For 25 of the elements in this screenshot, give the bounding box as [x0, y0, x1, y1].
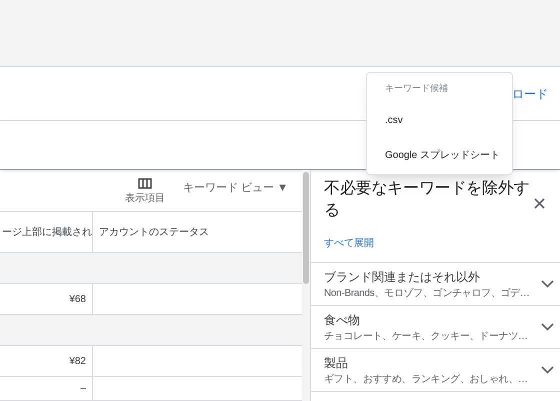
- menu-header: キーワード候補: [384, 82, 449, 95]
- column-header[interactable]: ージ上部に掲載され: [0, 212, 93, 252]
- section-summary: ギフト、おすすめ、ランキング、おしゃれ、…: [324, 372, 529, 386]
- chevron-down-icon[interactable]: [541, 280, 554, 288]
- section-title[interactable]: 食べ物: [324, 310, 541, 328]
- column-header[interactable]: アカウントのステータス: [93, 212, 302, 252]
- download-link[interactable]: ロード: [512, 84, 548, 102]
- table-cell: ¥68: [0, 284, 93, 314]
- menu-item[interactable]: Google スプレッドシート: [367, 138, 512, 173]
- table-cell: –: [0, 377, 93, 400]
- section-summary: Non-Brands、モロゾフ、ゴンチャロフ、ゴデ…: [324, 286, 531, 300]
- columns-icon: [138, 178, 152, 189]
- scrollbar-thumb[interactable]: [303, 172, 309, 284]
- section-title[interactable]: 製品: [324, 354, 541, 372]
- chevron-down-icon[interactable]: [541, 366, 554, 374]
- expand-all-link[interactable]: すべて展開: [324, 238, 374, 249]
- view-dropdown[interactable]: キーワード ビュー ▼: [183, 180, 288, 196]
- columns-button[interactable]: 表示項目: [125, 178, 165, 206]
- menu-item[interactable]: .csv: [367, 103, 512, 138]
- section-title[interactable]: ブランド関連またはそれ以外: [324, 268, 541, 286]
- chevron-down-icon[interactable]: [541, 323, 554, 331]
- table-cell: ¥82: [0, 346, 93, 376]
- close-icon[interactable]: [534, 198, 545, 209]
- panel-title: 不必要なキーワードを除外する: [324, 178, 530, 221]
- section-summary: チョコレート、ケーキ、クッキー、ドーナツ…: [324, 330, 529, 344]
